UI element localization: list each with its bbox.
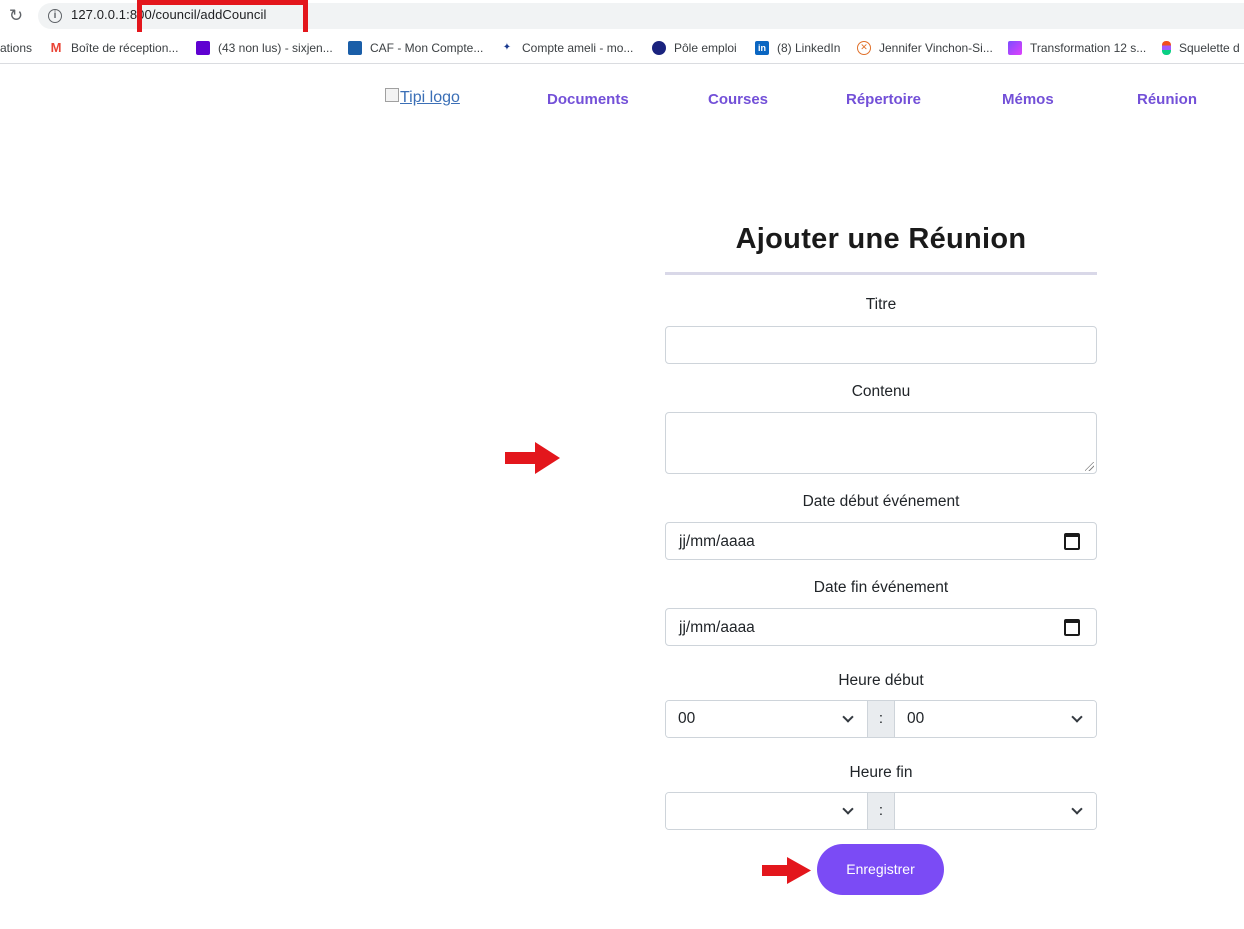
time-separator: : bbox=[867, 701, 895, 737]
calendar-icon[interactable] bbox=[1064, 619, 1080, 636]
chevron-down-icon bbox=[842, 711, 854, 723]
bookmark-item[interactable]: in (8) LinkedIn bbox=[755, 39, 840, 57]
bookmark-item[interactable]: Pôle emploi bbox=[652, 39, 737, 57]
bookmark-item[interactable]: M Boîte de réception... bbox=[49, 39, 179, 57]
bookmark-item[interactable]: ✕ Jennifer Vinchon-Si... bbox=[857, 39, 993, 57]
heure-debut-hour-select[interactable]: 00 bbox=[666, 701, 867, 737]
chevron-down-icon bbox=[1071, 711, 1083, 723]
logo-link[interactable]: Tipi logo bbox=[385, 88, 460, 107]
info-icon[interactable]: i bbox=[48, 9, 62, 23]
contenu-textarea[interactable] bbox=[665, 412, 1097, 474]
calendar-icon[interactable] bbox=[1064, 533, 1080, 550]
caf-icon bbox=[348, 41, 362, 55]
linkedin-icon: in bbox=[755, 41, 769, 55]
bookmark-item[interactable]: ✦ Compte ameli - mo... bbox=[500, 39, 634, 57]
nav-link-courses[interactable]: Courses bbox=[708, 91, 768, 108]
nav-link-documents[interactable]: Documents bbox=[547, 91, 629, 108]
heure-debut-minute-select[interactable]: 00 bbox=[895, 701, 1096, 737]
bookmark-item[interactable]: ations bbox=[0, 39, 32, 57]
add-meeting-form: Ajouter une Réunion Titre Contenu Date d… bbox=[665, 200, 1097, 830]
gmail-icon: M bbox=[50, 40, 62, 55]
heure-debut-label: Heure début bbox=[838, 672, 924, 689]
figma-icon bbox=[1162, 41, 1171, 55]
heure-debut-group: 00 : 00 bbox=[665, 700, 1097, 738]
titre-label: Titre bbox=[865, 296, 897, 313]
url-text: 127.0.0.1:800/council/addCouncil bbox=[71, 7, 267, 22]
logo-alt-text: Tipi logo bbox=[400, 89, 460, 106]
pole-emploi-icon bbox=[652, 41, 666, 55]
site-navbar: Tipi logo Documents Courses Répertoire M… bbox=[0, 65, 1244, 135]
time-separator: : bbox=[867, 793, 895, 829]
enregistrer-button[interactable]: Enregistrer bbox=[817, 844, 944, 895]
bookmark-item[interactable]: Transformation 12 s... bbox=[1008, 39, 1146, 57]
browser-address-bar: ↻ i 127.0.0.1:800/council/addCouncil bbox=[0, 0, 1244, 32]
bookmark-item[interactable]: Squelette d bbox=[1162, 39, 1240, 57]
contenu-label: Contenu bbox=[851, 383, 911, 400]
chevron-down-icon bbox=[1071, 803, 1083, 815]
chevron-down-icon bbox=[842, 803, 854, 815]
date-debut-label: Date début événement bbox=[802, 493, 960, 510]
bookmarks-bar: ations M Boîte de réception... (43 non lu… bbox=[0, 32, 1244, 64]
page-title: Ajouter une Réunion bbox=[735, 223, 1027, 255]
site-icon: ✕ bbox=[857, 41, 871, 55]
heure-fin-hour-select[interactable] bbox=[666, 793, 867, 829]
nav-link-reunion[interactable]: Réunion bbox=[1137, 91, 1197, 108]
date-fin-label: Date fin événement bbox=[813, 579, 949, 596]
annotation-arrow-icon bbox=[505, 442, 560, 474]
transformation-icon bbox=[1008, 41, 1022, 55]
bookmark-item[interactable]: CAF - Mon Compte... bbox=[348, 39, 483, 57]
heure-fin-group: : bbox=[665, 792, 1097, 830]
resize-handle-icon[interactable] bbox=[1085, 462, 1094, 471]
broken-image-icon bbox=[385, 88, 399, 102]
ameli-icon: ✦ bbox=[502, 42, 512, 53]
bookmark-item[interactable]: (43 non lus) - sixjen... bbox=[196, 39, 333, 57]
heure-fin-minute-select[interactable] bbox=[895, 793, 1096, 829]
heure-fin-label: Heure fin bbox=[849, 764, 913, 781]
reload-icon[interactable]: ↻ bbox=[6, 6, 26, 26]
annotation-arrow-icon bbox=[762, 857, 811, 884]
title-divider bbox=[665, 272, 1097, 275]
url-box[interactable]: i 127.0.0.1:800/council/addCouncil bbox=[38, 3, 1244, 29]
nav-link-repertoire[interactable]: Répertoire bbox=[846, 91, 921, 108]
nav-link-memos[interactable]: Mémos bbox=[1002, 91, 1054, 108]
date-debut-input[interactable]: jj/mm/aaaa bbox=[665, 522, 1097, 560]
titre-input[interactable] bbox=[665, 326, 1097, 364]
yahoo-mail-icon bbox=[196, 41, 210, 55]
date-fin-input[interactable]: jj/mm/aaaa bbox=[665, 608, 1097, 646]
